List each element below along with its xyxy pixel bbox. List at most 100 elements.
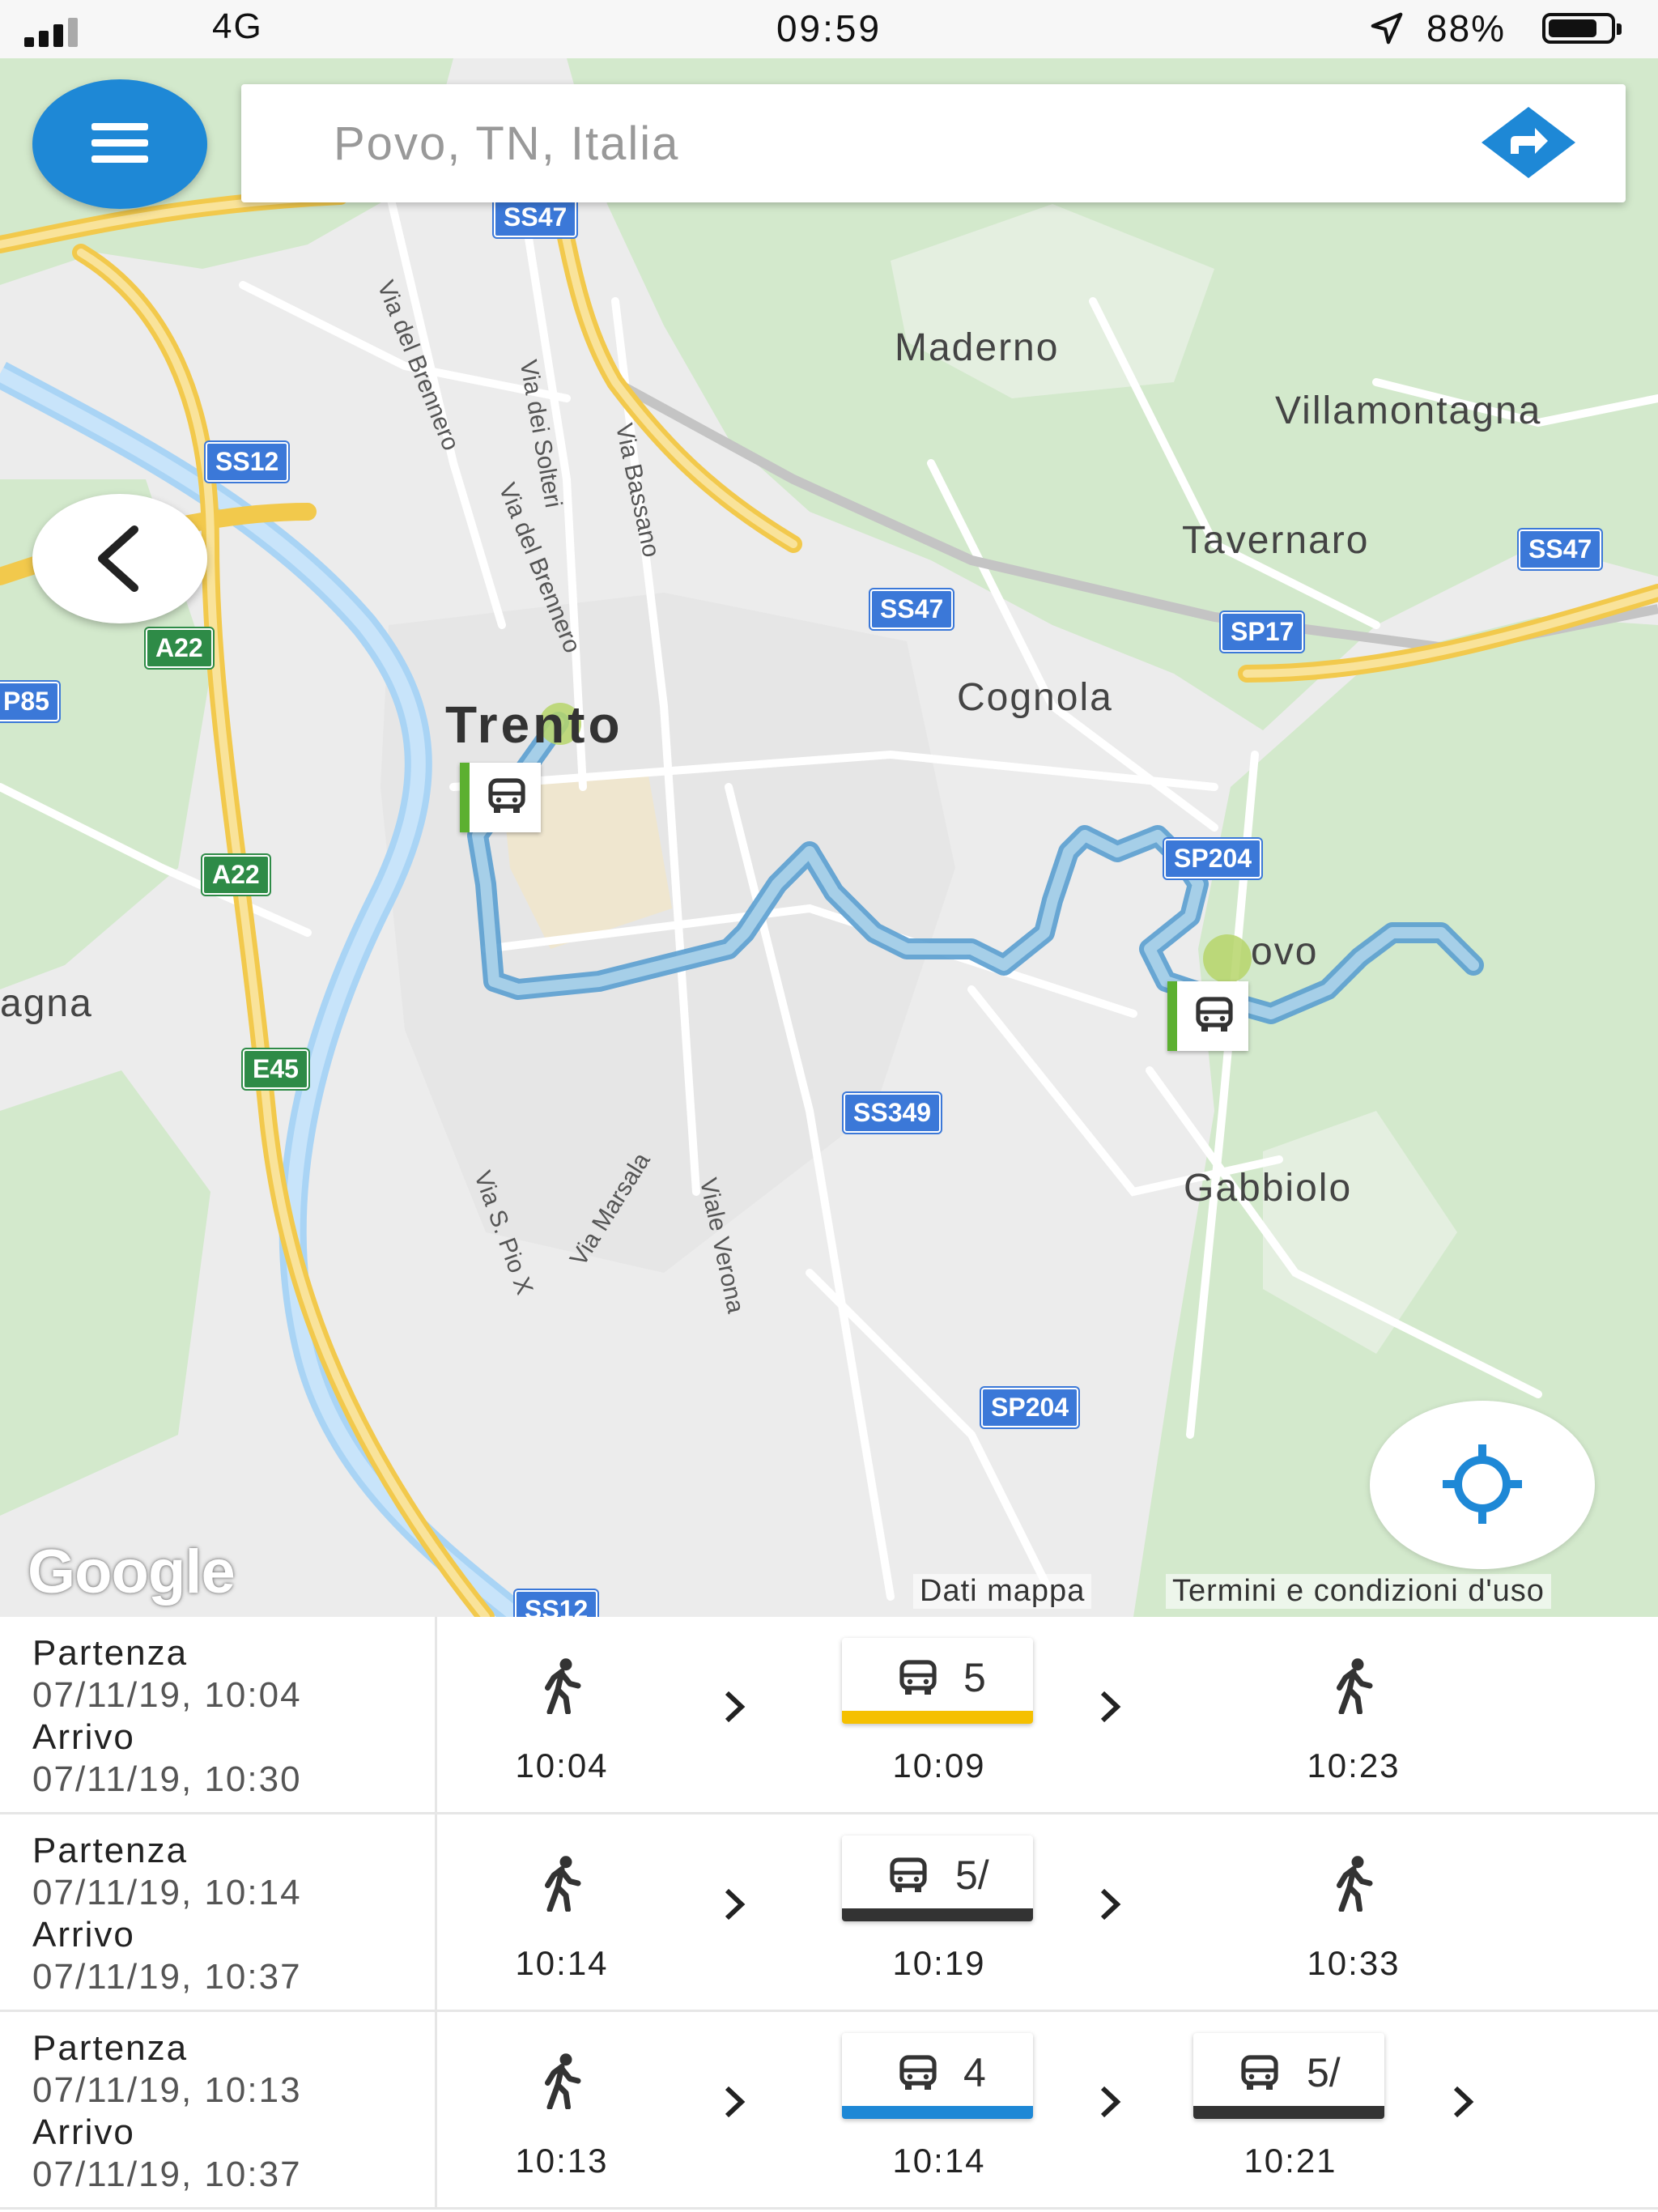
map-view[interactable]: Maderno Villamontagna Tavernaro Trento C… xyxy=(0,58,1658,1617)
arrival-time: 07/11/19, 10:37 xyxy=(32,2155,302,2194)
battery-percent: 88% xyxy=(1426,7,1507,49)
arrival-time: 07/11/19, 10:37 xyxy=(32,1957,302,1997)
chevron-right-icon xyxy=(1100,1691,1121,1723)
back-button[interactable] xyxy=(32,494,207,623)
battery-icon xyxy=(1542,13,1622,44)
map-data-link[interactable]: Dati mappa xyxy=(913,1574,1092,1609)
step-walk: 10:14 xyxy=(465,1814,659,2012)
chevron-right-icon xyxy=(725,1888,746,1921)
walk-icon xyxy=(545,1658,581,1714)
itinerary-row[interactable]: Partenza 07/11/19, 10:14 Arrivo 07/11/19… xyxy=(0,1814,1658,2012)
bus-line-chip[interactable]: 5/ xyxy=(842,1836,1033,1921)
road-shield: SP204 xyxy=(1164,839,1262,878)
road-shield: E45 xyxy=(243,1049,308,1089)
hamburger-icon xyxy=(91,123,148,172)
google-logo: Google xyxy=(28,1538,236,1606)
arrival-label: Arrivo xyxy=(32,1915,135,1955)
bus-icon xyxy=(488,778,525,813)
road-shield: SS47 xyxy=(870,589,954,629)
step-walk: 10:33 xyxy=(1256,1814,1451,2012)
road-shield: SS47 xyxy=(1519,530,1602,569)
bus-icon xyxy=(899,2055,937,2090)
bus-line-number: 5 xyxy=(963,1655,986,1700)
bus-line-chip[interactable]: 4 xyxy=(842,2033,1033,2119)
itinerary-times: Partenza 07/11/19, 10:14 Arrivo 07/11/19… xyxy=(0,1814,437,2010)
place-label: Gabbiolo xyxy=(1184,1167,1353,1210)
road-shield: SP17 xyxy=(1221,612,1304,652)
step-time: 10:23 xyxy=(1307,1746,1401,1784)
place-label: agna xyxy=(0,982,93,1025)
arrival-label: Arrivo xyxy=(32,2112,135,2152)
place-label-city: Trento xyxy=(445,696,623,754)
place-label: Tavernaro xyxy=(1182,519,1370,562)
step-time: 10:13 xyxy=(515,2142,609,2180)
place-label: Villamontagna xyxy=(1275,389,1542,432)
bus-icon xyxy=(1196,997,1233,1032)
my-location-button[interactable] xyxy=(1370,1401,1595,1569)
walk-icon xyxy=(545,1856,581,1912)
step-time: 10:14 xyxy=(515,1944,609,1982)
step-time: 10:21 xyxy=(1244,2142,1337,2180)
step-walk: 10:04 xyxy=(465,1617,659,1814)
step-time: 10:09 xyxy=(892,1746,986,1784)
road-shield: A22 xyxy=(146,628,213,668)
road-shield: P85 xyxy=(0,682,59,721)
line-color-bar xyxy=(1193,2106,1384,2119)
road-shield: A22 xyxy=(202,855,270,895)
departure-label: Partenza xyxy=(32,1831,189,1870)
itinerary-list: Partenza 07/11/19, 10:04 Arrivo 07/11/19… xyxy=(0,1617,1658,2212)
itinerary-row[interactable]: Partenza 07/11/19, 10:04 Arrivo 07/11/19… xyxy=(0,1617,1658,1814)
road-shield: SS12 xyxy=(206,442,289,482)
map-background xyxy=(0,58,1658,1617)
chevron-left-icon xyxy=(98,525,138,592)
step-bus: 4 10:14 xyxy=(842,2012,1036,2210)
location-arrow-icon xyxy=(1368,10,1405,51)
chevron-right-icon xyxy=(1100,1888,1121,1921)
step-bus: 5 10:09 xyxy=(842,1617,1036,1814)
line-color-bar xyxy=(842,1908,1033,1921)
step-time: 10:19 xyxy=(892,1944,986,1982)
road-shield: SS47 xyxy=(494,198,577,237)
itinerary-row[interactable]: Partenza 07/11/19, 10:13 Arrivo 07/11/19… xyxy=(0,2012,1658,2210)
menu-button[interactable] xyxy=(32,79,207,209)
step-bus: 5/ 10:19 xyxy=(842,1814,1036,2012)
itinerary-times: Partenza 07/11/19, 10:13 Arrivo 07/11/19… xyxy=(0,2012,437,2207)
arrival-time: 07/11/19, 10:30 xyxy=(32,1759,302,1799)
search-bar[interactable] xyxy=(241,84,1626,202)
place-label: ovo xyxy=(1251,930,1319,973)
walk-icon xyxy=(1337,1856,1373,1912)
line-color-bar xyxy=(842,2106,1033,2119)
chevron-right-icon xyxy=(1100,2086,1121,2118)
chevron-right-icon xyxy=(725,1691,746,1723)
bus-line-number: 4 xyxy=(963,2050,986,2095)
search-input[interactable] xyxy=(332,108,1428,178)
walk-icon xyxy=(1337,1658,1373,1714)
departure-time: 07/11/19, 10:14 xyxy=(32,1873,302,1912)
crosshair-icon xyxy=(1443,1444,1522,1524)
walk-icon xyxy=(545,2053,581,2109)
bus-stop-marker-start[interactable] xyxy=(460,763,541,832)
step-time: 10:14 xyxy=(892,2142,986,2180)
line-color-bar xyxy=(842,1711,1033,1724)
arrival-label: Arrivo xyxy=(32,1717,135,1757)
bus-line-number: 5/ xyxy=(1307,2050,1341,2095)
place-label: Cognola xyxy=(957,676,1113,719)
directions-icon[interactable] xyxy=(1478,104,1579,185)
road-shield: SP204 xyxy=(981,1388,1079,1427)
bus-line-chip[interactable]: 5/ xyxy=(1193,2033,1384,2119)
bus-icon xyxy=(1241,2055,1278,2090)
bus-line-chip[interactable]: 5 xyxy=(842,1638,1033,1724)
departure-label: Partenza xyxy=(32,2028,189,2068)
step-time: 10:04 xyxy=(515,1746,609,1784)
step-time: 10:33 xyxy=(1307,1944,1401,1982)
road-shield: SS12 xyxy=(515,1590,598,1617)
departure-time: 07/11/19, 10:04 xyxy=(32,1675,302,1715)
step-bus: 5/ 10:21 xyxy=(1193,2012,1388,2210)
terms-link[interactable]: Termini e condizioni d'uso xyxy=(1166,1574,1551,1609)
step-walk: 10:23 xyxy=(1256,1617,1451,1814)
bus-stop-marker-end[interactable] xyxy=(1167,981,1248,1051)
clock: 09:59 xyxy=(776,7,882,49)
bus-icon xyxy=(890,1857,927,1892)
itinerary-times: Partenza 07/11/19, 10:04 Arrivo 07/11/19… xyxy=(0,1617,437,1812)
step-walk: 10:13 xyxy=(465,2012,659,2210)
